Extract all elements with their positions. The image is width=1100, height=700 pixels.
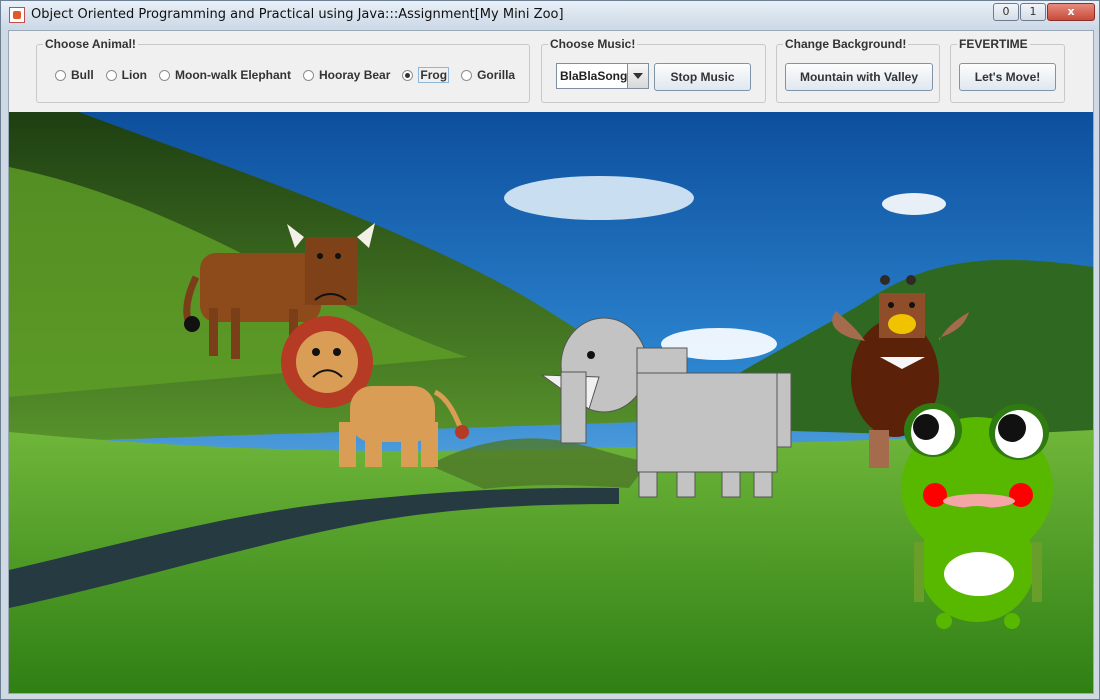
bull-leg-2 <box>231 308 240 359</box>
radio-circle-icon[interactable] <box>303 69 315 81</box>
main-content: Choose Animal! Bull Lion Moon-walk Eleph… <box>8 30 1094 694</box>
radio-label-bear: Hooray Bear <box>319 68 391 82</box>
elephant-trunk <box>560 371 587 444</box>
radio-bull[interactable]: Bull <box>55 67 94 83</box>
lion-leg-1 <box>339 422 356 467</box>
close-button[interactable]: x <box>1047 3 1095 21</box>
radio-label-elephant: Moon-walk Elephant <box>175 68 292 82</box>
frog-right-arm <box>1032 542 1042 602</box>
scene-canvas <box>9 112 1093 693</box>
bull-left-eye <box>317 253 323 259</box>
animal-radio-group: Bull Lion Moon-walk Elephant Hooray Bear… <box>55 67 515 83</box>
choose-animal-legend: Choose Animal! <box>43 37 138 51</box>
zoo-scene <box>9 112 1093 693</box>
bear-leg <box>869 430 889 468</box>
background-mountain-button[interactable]: Mountain with Valley <box>785 63 933 91</box>
radio-label-bull: Bull <box>71 68 94 82</box>
maximize-button[interactable]: 1 <box>1020 3 1046 21</box>
radio-label-frog: Frog <box>418 67 450 83</box>
fevertime-legend: FEVERTIME <box>957 37 1030 51</box>
bull-leg-1 <box>209 308 218 356</box>
stop-music-button[interactable]: Stop Music <box>654 63 751 91</box>
radio-hooray-bear[interactable]: Hooray Bear <box>303 67 390 83</box>
title-bar[interactable]: Object Oriented Programming and Practica… <box>1 1 1099 29</box>
choose-animal-panel: Choose Animal! Bull Lion Moon-walk Eleph… <box>36 37 530 103</box>
lion-tail-tip <box>455 425 469 439</box>
elephant-tail <box>776 372 792 448</box>
choose-music-legend: Choose Music! <box>548 37 638 51</box>
radio-circle-icon[interactable] <box>461 69 473 81</box>
radio-circle-icon[interactable] <box>159 69 170 81</box>
change-background-panel: Change Background! Mountain with Valley <box>776 37 940 103</box>
bear-left-ear <box>880 275 890 285</box>
minimize-button[interactable]: 0 <box>993 3 1019 21</box>
cloud-3 <box>882 193 946 215</box>
bear-left-eye <box>888 302 894 308</box>
radio-frog[interactable]: Frog <box>402 67 450 83</box>
cloud-1 <box>504 176 694 220</box>
bear-right-eye <box>909 302 915 308</box>
radio-circle-icon[interactable] <box>105 69 117 81</box>
radio-label-gorilla: Gorilla <box>477 68 516 82</box>
lion-face <box>296 331 358 393</box>
choose-music-panel: Choose Music! BlaBlaSong Stop Music <box>541 37 766 103</box>
bull-body <box>200 253 321 322</box>
elephant-leg-3 <box>721 471 741 498</box>
lion-leg-2 <box>365 422 382 467</box>
elephant-leg-2 <box>676 471 696 498</box>
frog-mouth <box>943 494 1015 508</box>
lion-right-eye <box>333 348 341 356</box>
lets-move-button[interactable]: Let's Move! <box>959 63 1056 91</box>
elephant-body <box>636 372 778 473</box>
elephant-leg-4 <box>753 471 773 498</box>
elephant-eye <box>587 351 595 359</box>
frog-right-pupil <box>998 414 1026 442</box>
frog-left-pupil <box>913 414 939 440</box>
frog-left-foot <box>936 613 952 629</box>
radio-label-lion: Lion <box>121 68 147 82</box>
radio-lion[interactable]: Lion <box>105 67 147 83</box>
music-select[interactable]: BlaBlaSong <box>556 63 649 89</box>
frog-belly <box>944 552 1014 596</box>
bull-right-eye <box>335 253 341 259</box>
frog-left-arm <box>914 542 924 602</box>
music-select-value: BlaBlaSong <box>560 69 628 83</box>
elephant-leg-1 <box>638 471 658 498</box>
radio-gorilla[interactable]: Gorilla <box>461 67 515 83</box>
window-title: Object Oriented Programming and Practica… <box>31 7 564 22</box>
frog-right-foot <box>1004 613 1020 629</box>
bull-tail-tip <box>184 316 200 332</box>
lion-leg-4 <box>421 422 438 467</box>
app-window: Object Oriented Programming and Practica… <box>0 0 1100 700</box>
fevertime-panel: FEVERTIME Let's Move! <box>950 37 1065 103</box>
bear-right-ear <box>906 275 916 285</box>
frog-left-cheek <box>923 483 947 507</box>
chevron-down-icon[interactable] <box>627 64 648 88</box>
change-background-legend: Change Background! <box>783 37 909 51</box>
lion-leg-3 <box>401 422 418 467</box>
lion-left-eye <box>312 348 320 356</box>
radio-selected-icon[interactable] <box>402 69 414 81</box>
radio-circle-icon[interactable] <box>55 69 66 81</box>
bear-muzzle <box>888 314 916 334</box>
radio-moon-walk-elephant[interactable]: Moon-walk Elephant <box>159 67 291 83</box>
java-app-icon <box>9 7 25 23</box>
